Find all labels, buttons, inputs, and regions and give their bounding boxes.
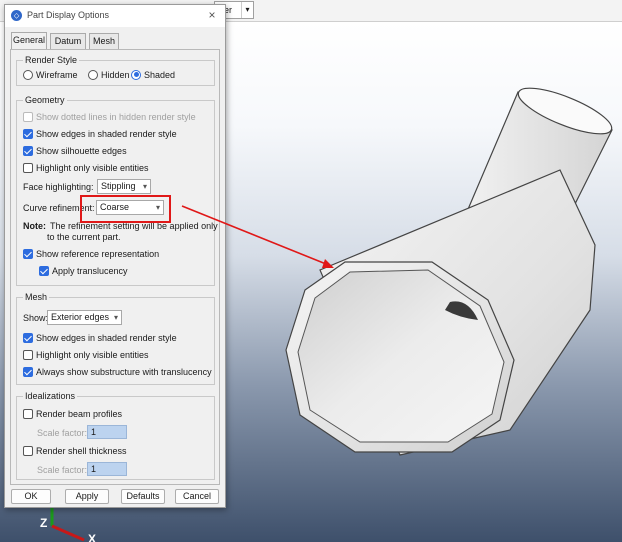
combo-value: Exterior edges (51, 312, 110, 322)
gear-icon: ⬦ (11, 10, 22, 21)
radio-button[interactable] (23, 69, 33, 80)
tab-datum[interactable]: Datum (50, 33, 86, 49)
checkbox[interactable] (23, 408, 33, 419)
checkbox-label: Render beam profiles (36, 408, 123, 419)
shell-scale-field[interactable]: 1 (87, 462, 127, 476)
beam-scale-label: Scale factor: (37, 427, 88, 438)
chevron-down-icon: ▾ (241, 2, 253, 18)
group-title: Render Style (23, 55, 80, 66)
mesh-show-combo[interactable]: Exterior edges ▾ (47, 310, 122, 325)
shell-scale-label: Scale factor: (37, 464, 88, 475)
checkbox-checked[interactable] (23, 248, 33, 259)
checkbox-label: Highlight only visible entities (36, 349, 149, 360)
idealizations-group: Idealizations Render beam profiles Scale… (16, 391, 215, 480)
mesh-group: Mesh Show: Exterior edges ▾ Show edges i… (16, 292, 215, 385)
radio-wireframe[interactable]: Wireframe (23, 68, 78, 81)
checkbox-checked[interactable] (23, 128, 33, 139)
checkbox[interactable] (23, 349, 33, 360)
checkbox-label: Render shell thickness (36, 445, 127, 456)
general-tab-panel: Render Style Wireframe Hidden Shaded Geo… (10, 49, 220, 485)
group-title: Geometry (23, 95, 67, 106)
cancel-button[interactable]: Cancel (175, 489, 219, 504)
group-title: Mesh (23, 292, 50, 303)
checkbox-checked[interactable] (23, 145, 33, 156)
checkbox-label: Show silhouette edges (36, 145, 127, 156)
checkbox[interactable] (23, 445, 33, 456)
mesh-edges-shaded-checkbox-row[interactable]: Show edges in shaded render style (23, 331, 177, 344)
chevron-down-icon: ▾ (142, 182, 147, 191)
x-axis-label: X (88, 532, 97, 542)
beam-scale-field[interactable]: 1 (87, 425, 127, 439)
radio-button-selected[interactable] (131, 69, 141, 80)
note-label: Note: (23, 220, 46, 231)
geometry-group: Geometry Show dotted lines in hidden ren… (16, 95, 218, 286)
face-highlighting-label: Face highlighting: (23, 181, 94, 192)
group-title: Idealizations (23, 391, 78, 402)
substructure-checkbox-row[interactable]: Always show substructure with translucen… (23, 365, 212, 378)
render-style-group: Render Style Wireframe Hidden Shaded (16, 55, 215, 86)
checkbox-label: Apply translucency (52, 265, 128, 276)
close-icon[interactable]: × (205, 8, 219, 22)
checkbox[interactable] (23, 162, 33, 173)
checkbox-checked[interactable] (23, 366, 33, 377)
checkbox-checked[interactable] (39, 265, 49, 276)
main-pipe (285, 169, 596, 456)
tab-general[interactable]: General (11, 32, 47, 49)
edges-shaded-checkbox-row[interactable]: Show edges in shaded render style (23, 127, 177, 140)
note-line2: to the current part. (47, 231, 121, 242)
face-highlighting-combo[interactable]: Stippling ▾ (97, 179, 151, 194)
shell-thickness-checkbox-row[interactable]: Render shell thickness (23, 444, 127, 457)
mesh-show-label: Show: (23, 312, 49, 323)
radio-label: Wireframe (36, 69, 78, 80)
tab-mesh[interactable]: Mesh (89, 33, 119, 49)
apply-button[interactable]: Apply (65, 489, 109, 504)
radio-hidden[interactable]: Hidden (88, 68, 130, 81)
mesh-highlight-visible-checkbox-row[interactable]: Highlight only visible entities (23, 348, 149, 361)
beam-profiles-checkbox-row[interactable]: Render beam profiles (23, 407, 122, 420)
checkbox-label: Show dotted lines in hidden render style (36, 111, 196, 122)
part-display-options-dialog: ⬦ Part Display Options × General Datum M… (4, 4, 226, 508)
radio-label: Shaded (144, 69, 176, 80)
combo-value: Stippling (101, 181, 136, 191)
axis-triad: Z X (36, 502, 106, 542)
curve-refinement-highlight-box (80, 195, 171, 223)
z-axis-label: Z (40, 516, 48, 530)
checkbox-label: Show reference representation (36, 248, 160, 259)
show-reference-checkbox-row[interactable]: Show reference representation (23, 247, 159, 260)
checkbox (23, 111, 33, 122)
dialog-titlebar[interactable]: ⬦ Part Display Options × (5, 5, 225, 27)
dialog-title: Part Display Options (27, 10, 110, 20)
radio-label: Hidden (101, 69, 130, 80)
defaults-button[interactable]: Defaults (121, 489, 165, 504)
checkbox-label: Always show substructure with translucen… (36, 366, 212, 377)
dotted-lines-checkbox-row: Show dotted lines in hidden render style (23, 110, 196, 123)
radio-button[interactable] (88, 69, 98, 80)
chevron-down-icon: ▾ (113, 313, 118, 322)
highlight-visible-checkbox-row[interactable]: Highlight only visible entities (23, 161, 149, 174)
checkbox-label: Highlight only visible entities (36, 162, 149, 173)
silhouette-checkbox-row[interactable]: Show silhouette edges (23, 144, 127, 157)
apply-translucency-checkbox-row[interactable]: Apply translucency (39, 264, 128, 277)
radio-shaded[interactable]: Shaded (131, 68, 175, 81)
ok-button[interactable]: OK (11, 489, 51, 504)
checkbox-label: Show edges in shaded render style (36, 332, 177, 343)
checkbox-label: Show edges in shaded render style (36, 128, 177, 139)
checkbox-checked[interactable] (23, 332, 33, 343)
